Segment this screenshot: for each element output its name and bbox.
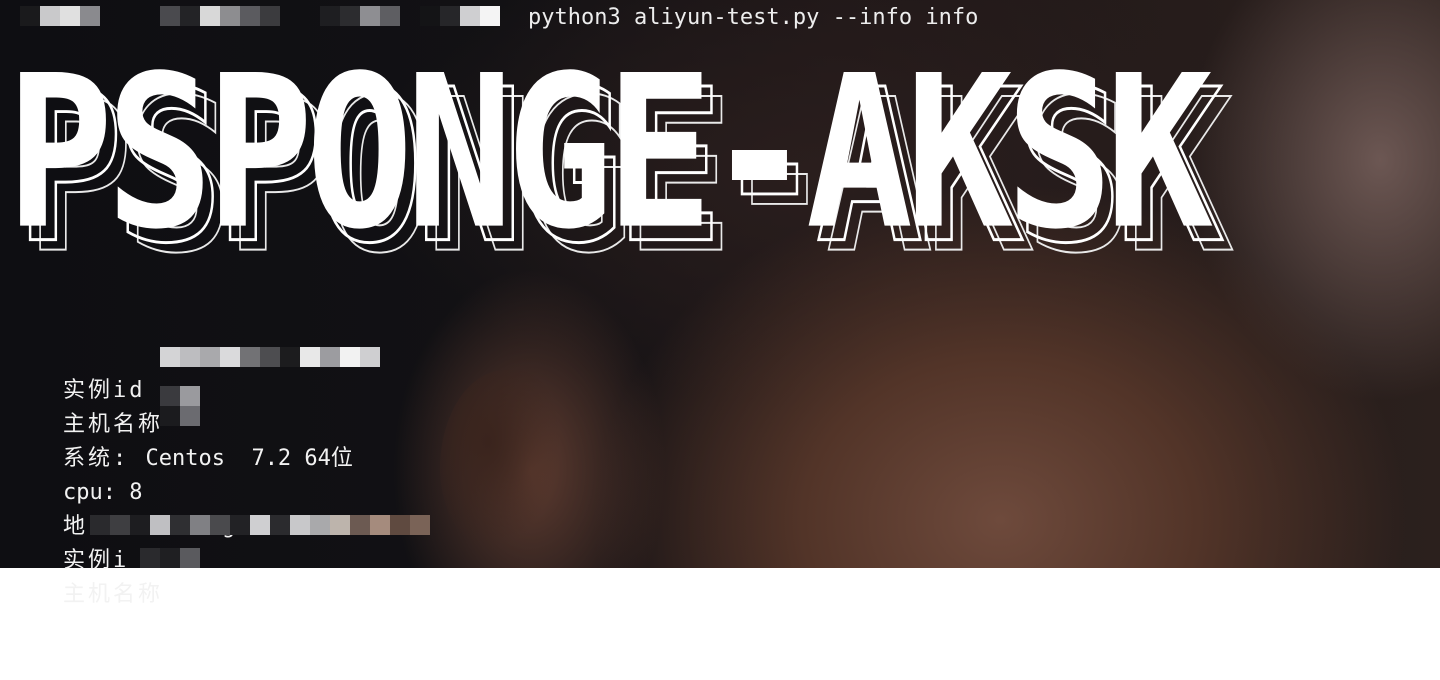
redacted-prompt-block bbox=[320, 6, 400, 26]
info-line-os: 系统: Centos 7.2 64位 bbox=[10, 408, 710, 471]
redacted-mosaic bbox=[160, 386, 200, 406]
command-text: python3 aliyun-test.py --info info bbox=[528, 5, 979, 30]
ascii-banner: PSPONGE-AKSK PSPONGE-AKSK PSPONGE-AKSK bbox=[6, 60, 1356, 270]
info-line-region: 地区:cn-shanghai bbox=[10, 476, 710, 539]
redacted-prompt-block bbox=[420, 6, 500, 26]
info-line-cpu: cpu: 8 bbox=[10, 442, 710, 505]
info-line-hostname: 主机名称 bbox=[10, 374, 710, 437]
info-line-instance-id: 实例id bbox=[10, 340, 710, 403]
redacted-prompt-block bbox=[160, 6, 280, 26]
redacted-mosaic bbox=[90, 515, 430, 535]
info-line-instance-id-2: 实例i bbox=[10, 510, 710, 573]
redacted-mosaic bbox=[140, 548, 200, 568]
redacted-mosaic bbox=[160, 347, 380, 367]
redacted-prompt-block bbox=[20, 6, 100, 26]
instance-info-output: 实例id 主机名称 系统: Centos 7.2 64位 cpu: 8 实例i … bbox=[10, 340, 710, 607]
banner-text: PSPONGE-AKSK bbox=[6, 60, 1213, 270]
info-line-hostname-2: 主机名称 bbox=[10, 544, 710, 607]
command-line: python3 aliyun-test.py --info info bbox=[0, 4, 1100, 32]
info-label: 主机名称 bbox=[62, 582, 163, 607]
